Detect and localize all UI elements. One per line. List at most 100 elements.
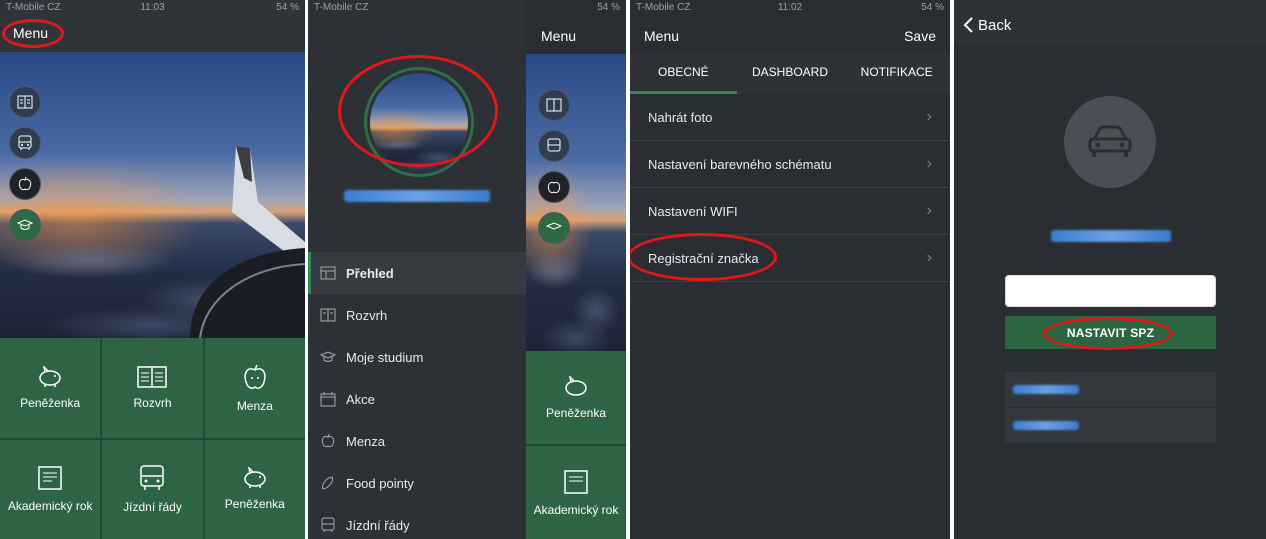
graduation-cap-icon[interactable]	[538, 212, 570, 244]
tile-label: Akademický rok	[533, 502, 619, 517]
settings-header: Menu Save	[630, 18, 950, 54]
settings-row-barevne-schema[interactable]: Nastavení barevného schématu ›	[630, 141, 950, 188]
carrier-label: T-Mobile CZ	[314, 1, 369, 13]
back-button[interactable]: Back	[962, 16, 1011, 34]
settings-list: Nahrát foto › Nastavení barevného schémat…	[630, 94, 950, 282]
settings-row-label: Nastavení WIFI	[648, 203, 738, 219]
document-icon	[563, 469, 589, 495]
status-bar: T-Mobile CZ 11:02 54 %	[630, 0, 950, 14]
battery-label: 54 %	[276, 1, 299, 13]
dashboard-icon	[320, 266, 336, 280]
drawer-item-rozvrh[interactable]: Rozvrh	[308, 294, 526, 336]
home-screen-peek[interactable]: 54 % Menu Peněženka Akademický rok	[526, 0, 626, 539]
tile-akademicky-rok[interactable]: Akademický rok	[526, 446, 626, 539]
timetable-icon[interactable]	[9, 86, 41, 118]
drawer-item-moje-studium[interactable]: Moje studium	[308, 336, 526, 378]
chevron-left-icon	[962, 16, 974, 34]
avatar[interactable]	[364, 67, 474, 177]
bus-icon[interactable]	[9, 127, 41, 159]
tile-grid: Peněženka Rozvrh Menza Akademický rok Jí…	[0, 338, 305, 539]
bus-icon	[139, 464, 165, 492]
license-plate-screen: Back NASTAVIT SPZ	[954, 0, 1266, 539]
home-screen: T-Mobile CZ 11:03 54 % Menu Peněženka Ro…	[0, 0, 305, 539]
tile-jizdni-rady[interactable]: Jízdní řády	[102, 439, 203, 539]
menu-button[interactable]: Menu	[13, 25, 48, 41]
piggy-bank-icon	[241, 467, 269, 489]
drawer-item-menza[interactable]: Menza	[308, 420, 526, 462]
graduation-cap-icon	[320, 350, 336, 364]
license-plate-input[interactable]	[1005, 275, 1216, 307]
document-icon	[37, 465, 63, 491]
tile-menza[interactable]: Menza	[204, 338, 305, 438]
menu-button[interactable]: Menu	[541, 28, 576, 44]
drawer-item-label: Rozvrh	[346, 307, 388, 323]
tab-obecne[interactable]: OBECNÉ	[630, 54, 737, 94]
header-photo	[0, 52, 305, 338]
tab-dashboard[interactable]: DASHBOARD	[737, 54, 844, 94]
tile-rozvrh[interactable]: Rozvrh	[102, 338, 203, 438]
battery-label: 54 %	[597, 1, 620, 13]
chevron-right-icon: ›	[926, 249, 932, 266]
tile-penezenka[interactable]: Peněženka	[0, 338, 101, 438]
calendar-icon	[320, 391, 336, 407]
drawer-item-label: Jízdní řády	[346, 517, 410, 533]
list-item[interactable]	[1005, 408, 1216, 444]
settings-screen: T-Mobile CZ 11:02 54 % Menu Save OBECNÉ …	[630, 0, 950, 539]
license-plate-list	[1005, 372, 1216, 444]
chevron-right-icon: ›	[926, 155, 932, 172]
side-drawer: T-Mobile CZ Přehled Rozvrh Moje studium	[308, 0, 526, 539]
bus-icon[interactable]	[538, 130, 570, 162]
settings-row-nahrat-foto[interactable]: Nahrát foto ›	[630, 94, 950, 141]
airplane-wing-graphic	[190, 146, 305, 338]
apple-icon	[241, 363, 269, 391]
tile-grid: Peněženka Akademický rok	[526, 351, 626, 539]
settings-row-registracni-znacka[interactable]: Registrační značka ›	[630, 235, 950, 282]
clock: 11:03	[140, 1, 165, 13]
drawer-item-label: Menza	[346, 433, 386, 449]
apple-icon[interactable]	[538, 171, 570, 203]
drawer-item-food-pointy[interactable]: Food pointy	[308, 462, 526, 504]
tile-penezenka[interactable]: Peněženka	[526, 351, 626, 444]
drawer-item-label: Food pointy	[346, 475, 414, 491]
drawer-item-jizdni-rady[interactable]: Jízdní řády	[308, 504, 526, 539]
piggy-bank-icon	[562, 375, 590, 398]
food-icon	[320, 475, 336, 491]
tile-akademicky-rok[interactable]: Akademický rok	[0, 439, 101, 539]
menu-button[interactable]: Menu	[644, 28, 679, 44]
list-item[interactable]	[1005, 372, 1216, 408]
back-label: Back	[978, 16, 1012, 34]
save-button[interactable]: Save	[904, 28, 936, 44]
tab-notifikace[interactable]: NOTIFIKACE	[843, 54, 950, 94]
apple-icon	[320, 433, 336, 449]
settings-row-label: Nastavení barevného schématu	[648, 156, 832, 172]
settings-row-label: Nahrát foto	[648, 109, 713, 125]
status-bar: 54 %	[526, 0, 626, 14]
timetable-icon[interactable]	[538, 89, 570, 121]
apple-icon[interactable]	[9, 168, 41, 200]
set-license-plate-button[interactable]: NASTAVIT SPZ	[1005, 316, 1216, 349]
user-name-redacted	[1051, 230, 1171, 242]
quick-icons	[9, 86, 41, 241]
timetable-icon	[137, 366, 168, 388]
status-bar: T-Mobile CZ 11:03 54 %	[0, 0, 305, 14]
tile-label: Peněženka	[224, 497, 285, 512]
clock: 11:02	[777, 1, 803, 13]
settings-tabs: OBECNÉ DASHBOARD NOTIFIKACE	[630, 54, 950, 94]
settings-row-label: Registrační značka	[648, 250, 759, 266]
plate-redacted	[1013, 385, 1079, 394]
drawer-item-prehled[interactable]: Přehled	[308, 252, 526, 294]
plate-redacted	[1013, 421, 1079, 430]
graduation-cap-icon[interactable]	[9, 209, 41, 241]
tile-label: Menza	[236, 398, 273, 413]
drawer-item-label: Moje studium	[346, 349, 424, 365]
drawer-item-label: Akce	[346, 391, 375, 407]
drawer-item-akce[interactable]: Akce	[308, 378, 526, 420]
quick-icons	[538, 89, 570, 244]
tile-label: Peněženka	[545, 405, 607, 420]
tile-label: Rozvrh	[133, 395, 172, 410]
car-icon	[1064, 96, 1156, 188]
settings-row-wifi[interactable]: Nastavení WIFI ›	[630, 188, 950, 235]
tile-label: Jízdní řády	[123, 500, 182, 515]
tile-penezenka-2[interactable]: Peněženka	[204, 439, 305, 539]
drawer-menu: Přehled Rozvrh Moje studium Akce Menza F…	[308, 252, 526, 539]
